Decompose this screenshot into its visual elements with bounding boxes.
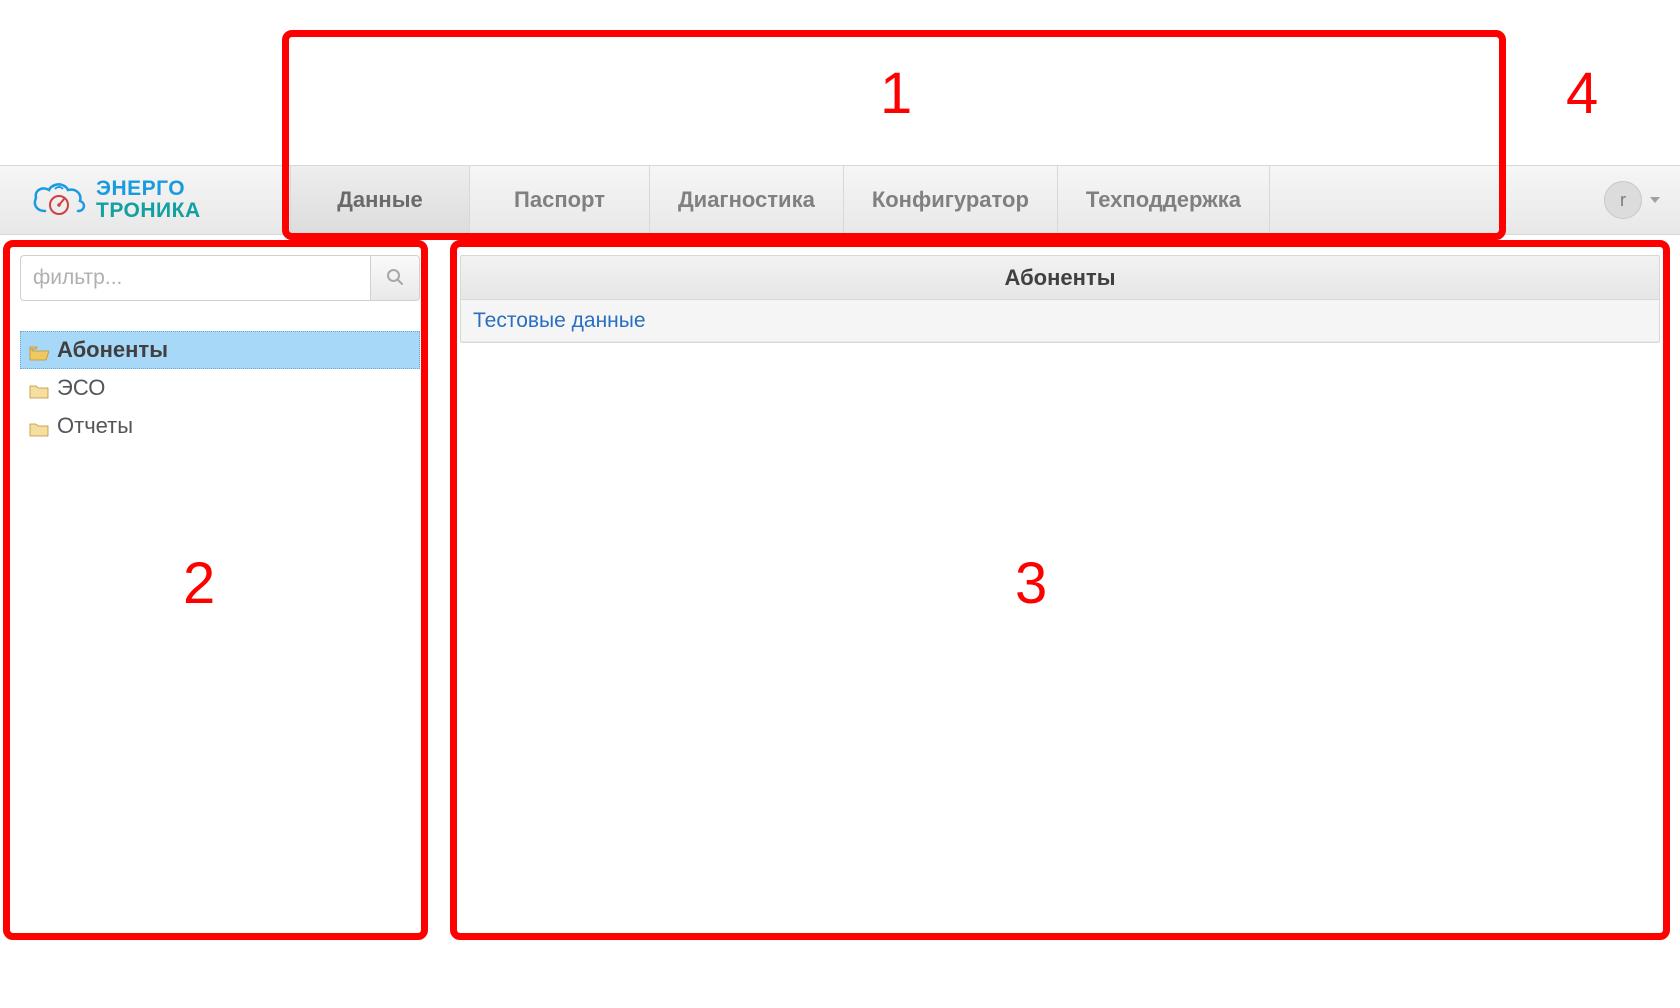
tab-label: Данные <box>337 187 423 213</box>
folder-icon <box>29 418 49 434</box>
tab-diagnostics[interactable]: Диагностика <box>650 166 844 234</box>
data-row-link[interactable]: Тестовые данные <box>473 309 646 333</box>
cloud-gauge-icon <box>30 179 88 221</box>
tab-support[interactable]: Техподдержка <box>1058 166 1270 234</box>
brand-text: ЭНЕРГО ТРОНИКА <box>96 178 201 222</box>
filter-row <box>20 255 420 301</box>
header-bar: ЭНЕРГО ТРОНИКА Данные Паспорт Диагностик… <box>0 165 1680 235</box>
folder-icon <box>29 380 49 396</box>
search-icon <box>385 267 405 290</box>
panel-title-text: Абоненты <box>1005 265 1116 291</box>
page-top-spacer <box>0 0 1680 165</box>
tabs-spacer <box>1270 166 1574 234</box>
panel-title: Абоненты <box>461 256 1659 300</box>
chevron-down-icon <box>1650 197 1660 203</box>
filter-search-button[interactable] <box>370 255 420 301</box>
tab-label: Техподдержка <box>1086 187 1241 213</box>
tab-passport[interactable]: Паспорт <box>470 166 650 234</box>
tab-label: Паспорт <box>514 187 605 213</box>
brand-text-line2: ТРОНИКА <box>96 200 201 222</box>
avatar: r <box>1604 181 1642 219</box>
tree-item-label: Отчеты <box>57 413 133 439</box>
sidebar: Абоненты ЭСО Отчеты <box>20 255 420 1008</box>
tab-label: Диагностика <box>678 187 815 213</box>
tree-item-label: ЭСО <box>57 375 105 401</box>
main-tabs: Данные Паспорт Диагностика Конфигуратор … <box>290 166 1584 234</box>
tab-configurator[interactable]: Конфигуратор <box>844 166 1058 234</box>
brand-logo[interactable]: ЭНЕРГО ТРОНИКА <box>0 166 290 234</box>
folder-open-icon <box>29 342 49 358</box>
main-panel-inner: Абоненты Тестовые данные <box>460 255 1660 343</box>
brand-text-line1: ЭНЕРГО <box>96 178 201 200</box>
tree-item-reports[interactable]: Отчеты <box>20 407 420 445</box>
tab-label: Конфигуратор <box>872 187 1029 213</box>
tree-item-eso[interactable]: ЭСО <box>20 369 420 407</box>
tree: Абоненты ЭСО Отчеты <box>20 331 420 445</box>
tree-item-label: Абоненты <box>57 337 168 363</box>
filter-input[interactable] <box>20 255 370 301</box>
tree-item-abonenty[interactable]: Абоненты <box>20 331 420 369</box>
content-row: Абоненты ЭСО Отчеты Абоненты Тестовые <box>0 255 1680 1008</box>
data-row[interactable]: Тестовые данные <box>461 300 1659 342</box>
tab-data[interactable]: Данные <box>290 166 470 234</box>
user-menu[interactable]: r <box>1584 166 1680 234</box>
main-panel: Абоненты Тестовые данные <box>460 255 1660 1008</box>
